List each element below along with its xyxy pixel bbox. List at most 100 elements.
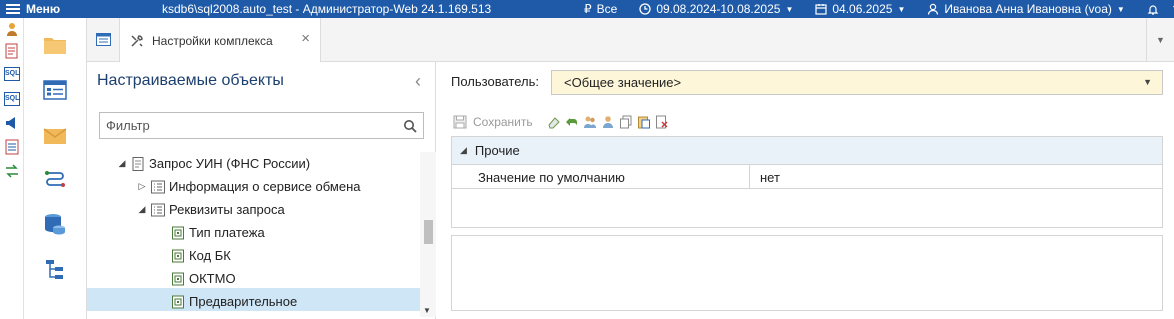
- save-button[interactable]: Сохранить: [453, 115, 533, 129]
- tabs-dropdown-button[interactable]: ▼: [1146, 18, 1174, 62]
- panel-title: Настраиваемые объекты: [97, 72, 284, 89]
- tree-node[interactable]: Код БК: [171, 244, 231, 267]
- delete-settings-icon[interactable]: [655, 115, 669, 129]
- mail-icon[interactable]: [43, 124, 67, 148]
- parameter-icon: [172, 226, 184, 239]
- user-select[interactable]: <Общее значение> ▼: [551, 70, 1163, 95]
- swap-icon[interactable]: [4, 163, 20, 179]
- org-filter[interactable]: ₽ Все: [584, 2, 617, 16]
- main-menu-button[interactable]: Меню: [0, 2, 160, 16]
- configurable-objects-panel: Настраиваемые объекты ‹ ◢ Запрос УИН (ФН…: [87, 62, 436, 319]
- user-tools-icon[interactable]: [4, 21, 20, 37]
- announce-icon[interactable]: [4, 115, 20, 131]
- database-icon[interactable]: [43, 212, 67, 236]
- tree-scrollbar[interactable]: ▼: [420, 152, 436, 317]
- ruble-icon: ₽: [584, 2, 592, 16]
- user-name: Иванова Анна Ивановна (voa): [944, 2, 1112, 16]
- tree-node[interactable]: ◢ Запрос УИН (ФНС России): [117, 152, 311, 175]
- report-icon[interactable]: [4, 43, 20, 59]
- description-area: [451, 235, 1163, 311]
- tree-node[interactable]: Тип платежа: [171, 221, 265, 244]
- copy-icon[interactable]: [619, 115, 633, 129]
- tab-home[interactable]: [87, 18, 120, 62]
- tree-node[interactable]: ◢ Реквизиты запроса: [137, 198, 285, 221]
- search-icon[interactable]: [403, 119, 417, 133]
- paste-icon[interactable]: [637, 115, 651, 129]
- filter-input[interactable]: [99, 112, 424, 139]
- chevron-down-icon: ▼: [1143, 77, 1152, 87]
- scroll-down-icon[interactable]: ▼: [423, 306, 431, 315]
- table-row[interactable]: Значение по умолчанию нет: [452, 165, 1162, 189]
- parameter-icon: [172, 272, 184, 285]
- save-icon: [453, 115, 467, 129]
- collapse-icon[interactable]: ◢: [460, 145, 467, 156]
- user-label: Пользователь:: [451, 74, 539, 89]
- close-icon[interactable]: ×: [301, 31, 310, 46]
- tree-node-label: Код БК: [189, 248, 231, 263]
- undo-icon[interactable]: [565, 115, 579, 129]
- notifications-button[interactable]: [1147, 3, 1159, 15]
- collapse-icon[interactable]: ◢: [117, 158, 127, 169]
- tree-node-label: Реквизиты запроса: [169, 202, 285, 217]
- date-selector[interactable]: 04.06.2025 ▼: [815, 2, 905, 16]
- tree-structure-icon[interactable]: [43, 258, 67, 282]
- list-icon: [151, 203, 165, 216]
- settings-toolbar: Сохранить: [453, 112, 669, 132]
- settings-grid: ◢ Прочие Значение по умолчанию нет: [451, 136, 1163, 228]
- window-icon: [96, 33, 111, 46]
- user-icon[interactable]: [601, 115, 615, 129]
- param-value[interactable]: нет: [760, 170, 780, 185]
- tree-node-label: Запрос УИН (ФНС России): [149, 156, 311, 171]
- date-label: 04.06.2025: [832, 2, 893, 16]
- collapse-icon[interactable]: ◢: [137, 204, 147, 215]
- tree-node-selected[interactable]: Предварительное: [171, 290, 297, 313]
- tree-node[interactable]: ОКТМО: [171, 267, 236, 290]
- tab-bar: Настройки комплекса × ▼: [87, 18, 1174, 63]
- tree-node-label: Информация о сервисе обмена: [169, 179, 361, 194]
- clock-icon: [639, 3, 651, 15]
- save-label: Сохранить: [473, 115, 533, 129]
- user-menu[interactable]: Иванова Анна Ивановна (voa) ▼: [927, 2, 1125, 16]
- calendar-icon: [815, 4, 827, 15]
- column-divider: [749, 165, 750, 189]
- report-sql-icon[interactable]: [4, 139, 20, 155]
- quick-access-rail: SQL SQL: [0, 18, 24, 319]
- org-filter-label: Все: [596, 2, 618, 16]
- tab-settings[interactable]: Настройки комплекса ×: [120, 18, 321, 63]
- settings-panel: Пользователь: <Общее значение> ▼ Сохрани…: [437, 62, 1174, 319]
- list-icon: [151, 180, 165, 193]
- window-title: ksdb6\sql2008.auto_test - Администратор-…: [162, 2, 492, 16]
- tree-node-label: Тип платежа: [189, 225, 265, 240]
- users-icon[interactable]: [583, 115, 597, 129]
- tools-icon: [131, 34, 143, 47]
- routes-icon[interactable]: [43, 168, 67, 192]
- list-window-icon[interactable]: [43, 78, 67, 102]
- document-icon: [132, 156, 144, 171]
- tree-node[interactable]: ▷ Информация о сервисе обмена: [137, 175, 361, 198]
- collapse-panel-icon[interactable]: ‹: [415, 72, 421, 90]
- tab-settings-label: Настройки комплекса: [152, 33, 273, 48]
- expand-icon[interactable]: ▷: [137, 181, 147, 192]
- period-label: 09.08.2024-10.08.2025: [656, 2, 781, 16]
- group-row[interactable]: ◢ Прочие: [452, 137, 1162, 165]
- folder-icon[interactable]: [43, 33, 67, 57]
- chevron-down-icon: ▼: [1116, 4, 1125, 14]
- chevron-down-icon: ▼: [785, 4, 794, 14]
- period-selector[interactable]: 09.08.2024-10.08.2025 ▼: [639, 2, 793, 16]
- tree-node-label: ОКТМО: [189, 271, 236, 286]
- bell-icon: [1147, 5, 1159, 15]
- user-icon: [928, 3, 939, 15]
- chevron-down-icon: ▼: [897, 4, 906, 14]
- hamburger-icon: [6, 4, 20, 14]
- eraser-icon[interactable]: [547, 115, 561, 129]
- menu-label: Меню: [26, 2, 61, 16]
- objects-tree: ◢ Запрос УИН (ФНС России) ▷ Информация о…: [87, 152, 420, 319]
- parameter-icon: [172, 295, 184, 308]
- sql-icon[interactable]: SQL: [4, 92, 20, 106]
- user-select-value: <Общее значение>: [564, 75, 682, 90]
- scrollbar-thumb[interactable]: [424, 220, 433, 244]
- chevron-down-icon: ▼: [1156, 35, 1165, 45]
- modules-panel: [24, 18, 87, 319]
- sql-icon[interactable]: SQL: [4, 67, 20, 81]
- tree-node-label: Предварительное: [189, 294, 298, 309]
